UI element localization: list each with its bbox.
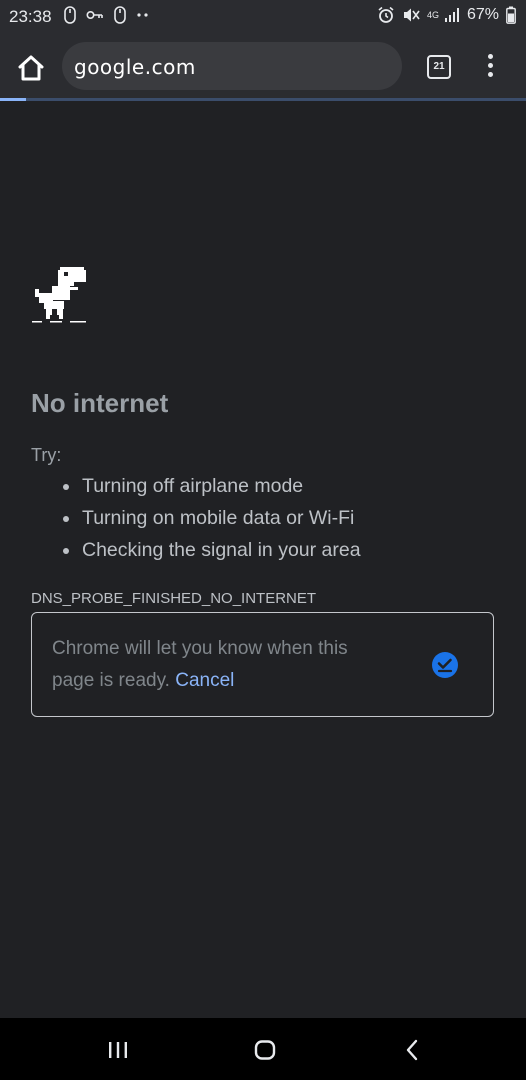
notify-text: Chrome will let you know when this page …	[52, 633, 392, 697]
more-notifications-icon	[137, 13, 148, 17]
status-time: 23:38	[9, 7, 52, 26]
error-title: No internet	[31, 388, 169, 418]
auto-reload-notice: Chrome will let you know when this page …	[31, 612, 494, 717]
system-status: 4G 67%	[377, 6, 516, 24]
address-bar[interactable]: google.com	[62, 42, 402, 90]
overflow-menu-button[interactable]	[480, 54, 500, 80]
battery-icon	[506, 6, 516, 24]
recents-icon	[109, 1042, 127, 1058]
mute-icon	[403, 8, 420, 22]
key-icon	[86, 10, 103, 20]
network-type: 4G	[426, 9, 439, 20]
recents-button[interactable]	[106, 1040, 130, 1060]
suggestion-item: Turning on mobile data or Wi-Fi	[56, 504, 361, 536]
browser-toolbar: google.com 21	[0, 34, 526, 100]
home-button[interactable]	[14, 52, 48, 84]
nav-back-button[interactable]	[402, 1038, 422, 1062]
signal-icon	[444, 8, 459, 22]
tab-switcher-button[interactable]: 21	[427, 55, 451, 79]
notification-icons	[64, 6, 150, 24]
suggestion-item: Turning off airplane mode	[56, 472, 361, 504]
suggestion-item: Checking the signal in your area	[56, 536, 361, 568]
mouse-icon	[114, 6, 126, 24]
dinosaur-icon	[32, 267, 86, 323]
cancel-link[interactable]: Cancel	[175, 670, 234, 691]
suggestions-list: Turning off airplane mode Turning on mob…	[56, 472, 361, 568]
page-load-progress	[0, 98, 526, 101]
more-vert-icon	[487, 54, 493, 59]
back-icon	[406, 1039, 418, 1061]
try-label: Try:	[31, 445, 62, 465]
error-code: DNS_PROBE_FINISHED_NO_INTERNET	[31, 590, 317, 607]
tab-count: 21	[433, 61, 445, 72]
mouse-icon	[64, 6, 76, 24]
nav-home-icon	[254, 1040, 276, 1060]
nav-home-button[interactable]	[253, 1040, 277, 1060]
alarm-icon	[378, 6, 394, 23]
home-icon	[18, 55, 44, 81]
status-bar: 23:38 4G 67%	[0, 0, 526, 34]
url-text[interactable]: google.com	[74, 55, 196, 79]
battery-percent: 67%	[466, 6, 499, 23]
progress-fill	[0, 98, 27, 101]
system-navigation-bar	[0, 1018, 526, 1080]
check-circle-icon	[432, 652, 458, 678]
